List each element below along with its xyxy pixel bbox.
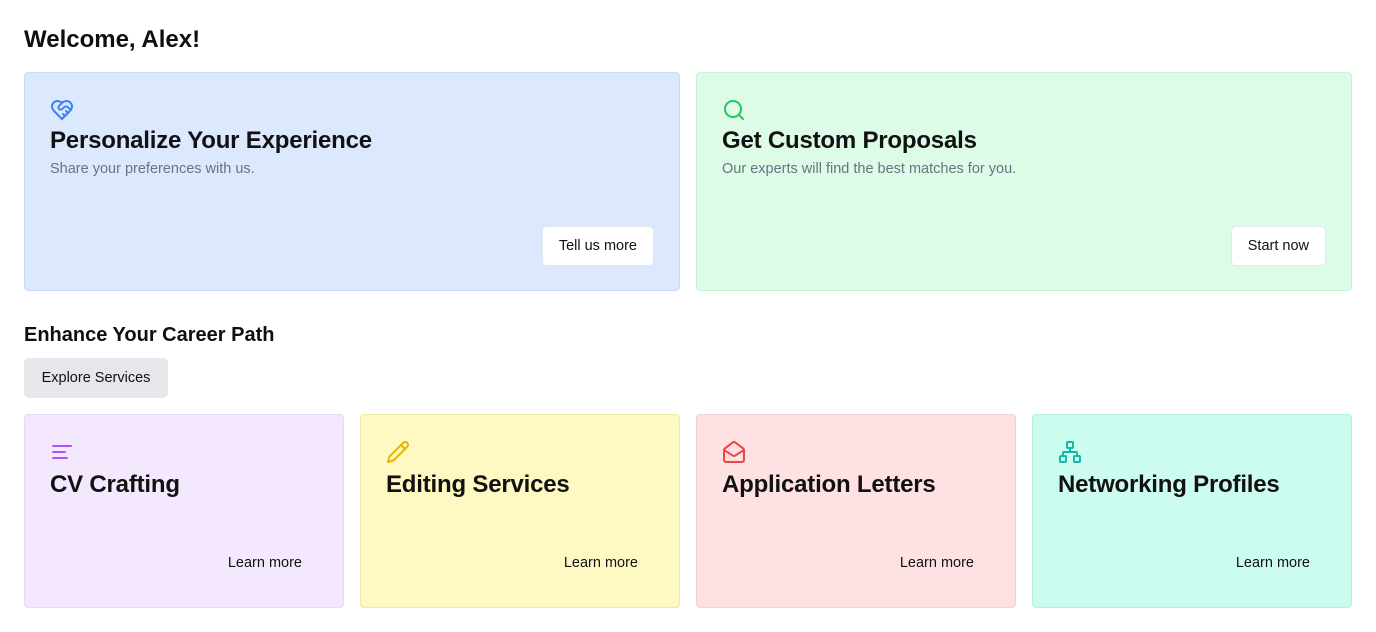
tell-us-more-button[interactable]: Tell us more (541, 226, 654, 266)
service-title: CV Crafting (50, 471, 180, 498)
page-title: Welcome, Alex! (24, 26, 201, 53)
service-card-editing: Editing Services Learn more (360, 414, 680, 608)
network-icon (1059, 441, 1081, 463)
service-card-cv-crafting: CV Crafting Learn more (24, 414, 344, 608)
service-title: Editing Services (386, 471, 570, 498)
section-title: Enhance Your Career Path (24, 324, 275, 346)
learn-more-button[interactable]: Learn more (1220, 543, 1326, 583)
start-now-button[interactable]: Start now (1230, 226, 1326, 266)
learn-more-button[interactable]: Learn more (548, 543, 654, 583)
service-title: Application Letters (722, 471, 936, 498)
heart-handshake-icon (51, 100, 73, 120)
service-title: Networking Profiles (1058, 471, 1280, 498)
learn-more-button[interactable]: Learn more (884, 543, 990, 583)
custom-proposals-card: Get Custom Proposals Our experts will fi… (696, 72, 1352, 291)
personalize-card: Personalize Your Experience Share your p… (24, 72, 680, 291)
card-subtitle: Our experts will find the best matches f… (722, 161, 1017, 177)
mail-open-icon (723, 441, 745, 463)
learn-more-button[interactable]: Learn more (212, 543, 318, 583)
card-title: Get Custom Proposals (722, 127, 977, 154)
card-title: Personalize Your Experience (50, 127, 372, 154)
search-icon (724, 100, 744, 120)
explore-services-button[interactable]: Explore Services (24, 358, 168, 398)
card-subtitle: Share your preferences with us. (50, 161, 255, 177)
pencil-icon (387, 441, 410, 463)
service-card-networking: Networking Profiles Learn more (1032, 414, 1352, 608)
service-card-application-letters: Application Letters Learn more (696, 414, 1016, 608)
align-left-icon (52, 445, 72, 459)
